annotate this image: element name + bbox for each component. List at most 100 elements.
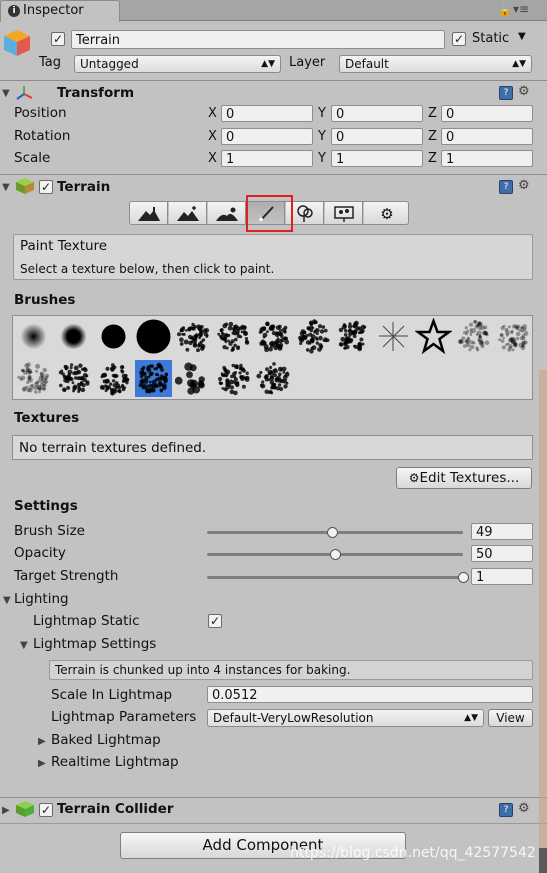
watermark-text: https://blog.csdn.net/qq_42577542 (290, 845, 536, 861)
terrain-foldout-icon[interactable]: ▼ (2, 182, 10, 193)
target-strength-slider-track[interactable] (207, 576, 463, 579)
smooth-height-button[interactable] (208, 202, 246, 224)
brush-thumbnail[interactable] (135, 318, 172, 355)
settings-gear-icon[interactable]: ⚙ (518, 178, 530, 193)
paint-height-button[interactable] (169, 202, 207, 224)
opacity-slider-thumb[interactable] (329, 549, 341, 560)
transform-foldout-icon[interactable]: ▼ (2, 88, 10, 99)
rotation-x-input[interactable]: 0 (221, 128, 313, 145)
tab-menu-icon[interactable]: ▾≡ (513, 2, 529, 16)
lock-icon[interactable]: 🔒 (498, 4, 512, 17)
brush-thumbnail[interactable] (295, 318, 332, 355)
lightmap-static-checkbox[interactable]: ✓ (208, 614, 222, 628)
help-icon[interactable]: ? (499, 180, 513, 194)
edit-textures-button[interactable]: ⚙Edit Textures... (396, 467, 532, 489)
brush-thumbnail[interactable] (95, 318, 132, 355)
details-icon (333, 206, 354, 222)
textures-label: Textures (14, 410, 80, 426)
brush-thumbnail[interactable] (215, 318, 252, 355)
transform-icon (14, 84, 36, 102)
terrain-enabled-checkbox[interactable]: ✓ (39, 180, 53, 194)
tag-value: Untagged (80, 57, 139, 71)
realtime-lightmap-label[interactable]: Realtime Lightmap (51, 754, 179, 770)
brush-grid (12, 315, 533, 400)
scale-y-input[interactable]: 1 (331, 150, 423, 167)
brush-size-slider-thumb[interactable] (326, 527, 338, 538)
lightmap-info-box: Terrain is chunked up into 4 instances f… (49, 660, 533, 680)
scale-label: Scale (14, 150, 51, 166)
target-strength-label: Target Strength (14, 568, 119, 584)
terrain-collider-icon (15, 800, 35, 818)
rotation-z-input[interactable]: 0 (441, 128, 533, 145)
settings-gear-icon[interactable]: ⚙ (518, 801, 530, 816)
brush-thumbnail[interactable] (255, 360, 292, 397)
brush-thumbnail[interactable] (95, 360, 132, 397)
target-strength-slider-thumb[interactable] (457, 572, 469, 583)
scale-in-lightmap-input[interactable]: 0.0512 (207, 686, 533, 703)
realtime-lightmap-foldout-icon[interactable]: ▶ (38, 758, 46, 769)
baked-lightmap-foldout-icon[interactable]: ▶ (38, 736, 46, 747)
gear-icon: ⚙ (380, 205, 394, 223)
brush-thumbnail[interactable] (175, 318, 212, 355)
scale-z-input[interactable]: 1 (441, 150, 533, 167)
brush-size-label: Brush Size (14, 523, 85, 539)
tree-icon (296, 205, 313, 222)
lightmap-settings-foldout-icon[interactable]: ▼ (20, 640, 28, 651)
object-name-input[interactable]: Terrain (71, 30, 445, 49)
brush-thumbnail[interactable] (135, 360, 172, 397)
rotation-label: Rotation (14, 128, 71, 144)
help-icon[interactable]: ? (499, 86, 513, 100)
brush-thumbnail[interactable] (255, 318, 292, 355)
brush-thumbnail[interactable] (174, 360, 212, 397)
raise-lower-terrain-button[interactable] (130, 202, 168, 224)
terrain-settings-button[interactable]: ⚙ (364, 202, 408, 224)
position-z-input[interactable]: 0 (441, 105, 533, 122)
brush-thumbnail[interactable] (215, 360, 252, 397)
lightmap-parameters-dropdown[interactable]: Default-VeryLowResolution ▲▼ (207, 709, 484, 727)
axis-z-label: Z (428, 129, 437, 144)
settings-gear-icon[interactable]: ⚙ (518, 84, 530, 99)
lighting-foldout-icon[interactable]: ▼ (3, 595, 11, 606)
active-checkbox[interactable]: ✓ (51, 32, 65, 46)
view-button[interactable]: View (488, 709, 533, 727)
brush-thumbnail[interactable] (335, 318, 372, 355)
brush-size-input[interactable]: 49 (471, 523, 533, 540)
tag-dropdown[interactable]: Untagged ▲▼ (74, 55, 281, 73)
brush-thumbnail[interactable] (55, 318, 92, 355)
scale-x-input[interactable]: 1 (221, 150, 313, 167)
opacity-input[interactable]: 50 (471, 545, 533, 562)
position-label: Position (14, 105, 67, 121)
brush-thumbnail[interactable] (455, 318, 492, 355)
scrollbar-thumb[interactable] (539, 848, 547, 873)
position-x-input[interactable]: 0 (221, 105, 313, 122)
brush-thumbnail[interactable] (15, 360, 52, 397)
baked-lightmap-label[interactable]: Baked Lightmap (51, 732, 161, 748)
tab-inspector[interactable]: i Inspector (0, 0, 120, 22)
axis-y-label: Y (318, 106, 326, 121)
brush-thumbnail[interactable] (15, 318, 52, 355)
help-icon[interactable]: ? (499, 803, 513, 817)
static-label: Static (472, 31, 510, 46)
collider-foldout-icon[interactable]: ▶ (2, 805, 10, 816)
layer-dropdown[interactable]: Default ▲▼ (339, 55, 532, 73)
rotation-y-input[interactable]: 0 (331, 128, 423, 145)
axis-z-label: Z (428, 151, 437, 166)
raise-terrain-icon (137, 207, 160, 221)
position-y-input[interactable]: 0 (331, 105, 423, 122)
static-checkbox[interactable]: ✓ (452, 32, 466, 46)
brush-thumbnail[interactable] (495, 318, 532, 355)
brush-thumbnail[interactable] (55, 360, 92, 397)
lighting-label[interactable]: Lighting (14, 591, 69, 607)
collider-enabled-checkbox[interactable]: ✓ (39, 803, 53, 817)
target-strength-input[interactable]: 1 (471, 568, 533, 585)
brush-thumbnail[interactable] (414, 317, 453, 355)
info-icon: i (8, 5, 20, 17)
lightmap-settings-label[interactable]: Lightmap Settings (33, 636, 156, 652)
tool-description: Select a texture below, then click to pa… (20, 262, 275, 276)
paint-details-button[interactable] (325, 202, 363, 224)
scrollbar-track[interactable] (539, 370, 547, 873)
brush-thumbnail[interactable] (375, 318, 412, 355)
static-dropdown-icon[interactable]: ▼ (518, 31, 526, 42)
brushes-label: Brushes (14, 292, 76, 308)
tool-description-box: Paint Texture Select a texture below, th… (13, 234, 533, 280)
